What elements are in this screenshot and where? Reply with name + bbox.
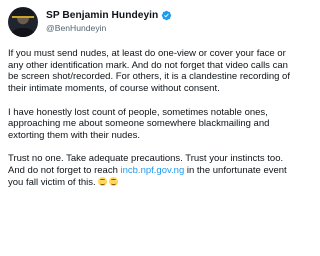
avatar[interactable] (8, 7, 38, 37)
grimacing-smile-emoji-icon (97, 176, 107, 186)
grimacing-smile-emoji-icon (108, 176, 118, 186)
tweet-header: SP Benjamin Hundeyin @BenHundeyin (8, 4, 292, 38)
uniform-shape (9, 28, 37, 37)
incb-link[interactable]: incb.npf.gov.ng (121, 165, 185, 176)
author-name[interactable]: SP Benjamin Hundeyin (46, 10, 158, 21)
cap-band-shape (12, 16, 34, 18)
tweet-paragraph-2: I have honestly lost count of people, so… (8, 106, 270, 141)
tweet-text: If you must send nudes, at least do one-… (8, 48, 296, 200)
tweet-paragraph-1: If you must send nudes, at least do one-… (8, 48, 290, 95)
tweet-paragraph-3: Trust no one. Take adequate precautions.… (8, 153, 296, 188)
author-handle[interactable]: @BenHundeyin (46, 23, 106, 33)
tweet-card: SP Benjamin Hundeyin @BenHundeyin If you… (0, 0, 300, 256)
verified-badge-icon (162, 10, 172, 20)
author-name-row: SP Benjamin Hundeyin (46, 8, 172, 22)
